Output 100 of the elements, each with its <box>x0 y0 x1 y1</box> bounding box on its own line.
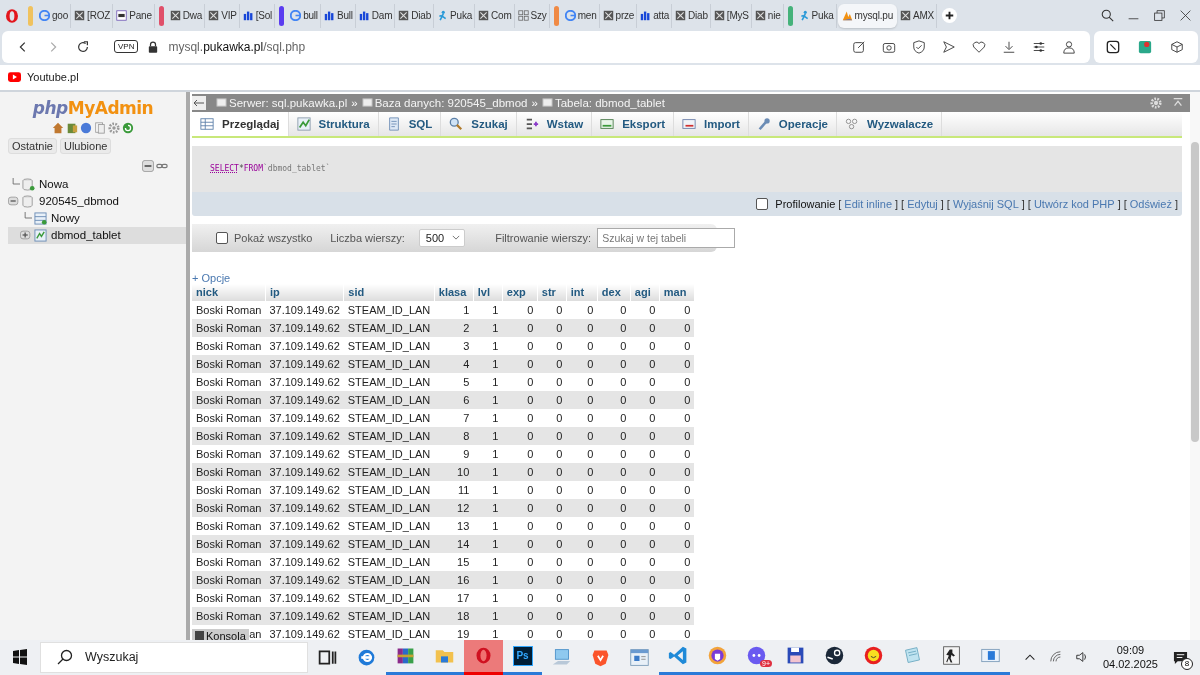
column-header[interactable]: int <box>566 284 598 301</box>
browser-tab[interactable]: mysql.pu <box>837 3 897 28</box>
browser-tab[interactable]: Dwa <box>167 3 206 28</box>
action-link[interactable]: Odśwież <box>1129 198 1172 210</box>
tab-group-marker[interactable] <box>553 5 559 26</box>
action-link[interactable]: Edytuj <box>907 198 938 210</box>
tree-item[interactable]: Nowa <box>8 176 186 193</box>
pages-icon[interactable] <box>94 122 106 134</box>
column-header[interactable]: ip <box>265 284 344 301</box>
browser-tab[interactable]: [MyS <box>711 3 752 28</box>
checkbox[interactable] <box>216 232 228 244</box>
send-icon[interactable] <box>942 39 956 54</box>
tab[interactable]: Wstaw <box>516 112 593 136</box>
browser-tab[interactable]: Pane <box>114 3 155 28</box>
collapse-top-icon[interactable] <box>1172 97 1184 109</box>
clock[interactable]: 09:09 04.02.2025 <box>1102 643 1158 672</box>
tab-group-marker[interactable] <box>28 5 33 26</box>
browser-tab[interactable]: Diab <box>396 3 435 28</box>
reload-icon[interactable] <box>76 39 90 54</box>
tab-group-marker[interactable] <box>158 5 164 26</box>
refresh-icon[interactable] <box>122 122 134 134</box>
profile-icon[interactable] <box>1062 39 1076 54</box>
tree-item[interactable]: dbmod_tablet <box>8 227 186 244</box>
shield-check-icon[interactable] <box>912 39 926 54</box>
browser-tab[interactable]: nie <box>752 3 784 28</box>
column-header[interactable]: klasa <box>434 284 474 301</box>
filter-input[interactable]: Szukaj w tej tabeli <box>597 228 736 248</box>
settings-icon[interactable] <box>1150 97 1162 109</box>
tab-group-marker[interactable] <box>279 5 285 26</box>
browser-tab[interactable]: prze <box>600 3 638 28</box>
column-header[interactable]: exp <box>502 284 538 301</box>
tab[interactable]: Szukaj <box>441 112 517 136</box>
windows-logo-icon[interactable] <box>12 649 28 666</box>
help-icon[interactable] <box>80 122 92 134</box>
url-text[interactable]: mysql.pukawka.pl/sql.php <box>168 39 306 54</box>
taskbar-app[interactable]: Ps <box>503 640 542 675</box>
tree-item[interactable]: 920545_dbmod <box>8 193 186 210</box>
collapse-all-icon[interactable] <box>142 160 154 172</box>
notifications-button[interactable]: 8 <box>1166 642 1194 673</box>
action-link[interactable]: Utwórz kod PHP <box>1033 198 1115 210</box>
gear-icon[interactable] <box>108 122 120 134</box>
speaker-icon[interactable] <box>1074 650 1089 665</box>
search-icon[interactable] <box>1101 9 1114 23</box>
browser-tab[interactable]: [Sol <box>240 3 276 28</box>
browser-tab[interactable]: men <box>562 3 600 28</box>
browser-tab[interactable]: atta <box>638 3 673 28</box>
tab-group-marker[interactable] <box>787 5 793 26</box>
browser-tab[interactable]: Puka <box>435 3 476 28</box>
column-header[interactable]: agi <box>630 284 660 301</box>
column-header[interactable]: str <box>537 284 567 301</box>
action-link[interactable]: Wyjaśnij SQL <box>952 198 1019 210</box>
rows-dropdown[interactable]: 500 <box>418 229 466 247</box>
home-icon[interactable] <box>52 122 64 134</box>
column-header[interactable]: dex <box>597 284 631 301</box>
column-header[interactable]: nick <box>192 284 266 301</box>
edit-icon[interactable] <box>852 39 866 54</box>
browser-tab[interactable]: Diab <box>673 3 711 28</box>
browser-tab[interactable]: [ROZ <box>72 3 114 28</box>
sliders-icon[interactable] <box>1032 39 1046 54</box>
vpn-badge[interactable]: VPN <box>114 40 139 54</box>
tab[interactable]: Eksport <box>592 112 674 136</box>
checkbox[interactable] <box>756 198 769 210</box>
collapse-icon[interactable] <box>8 195 20 208</box>
tab[interactable]: Wyzwalacze <box>837 112 943 136</box>
extension-icon[interactable] <box>1138 39 1152 54</box>
search-field[interactable]: Wyszukaj <box>40 642 308 673</box>
browser-tab[interactable]: Dam <box>356 3 396 28</box>
new-tab-icon[interactable] <box>942 8 958 24</box>
tab[interactable]: Przeglądaj <box>192 112 289 136</box>
sidebar-tab-button[interactable]: Ostatnie <box>8 138 57 154</box>
opera-o-icon[interactable] <box>4 7 20 24</box>
left-arrow-icon[interactable] <box>192 96 206 110</box>
bookmark-link[interactable]: Youtube.pl <box>8 71 79 84</box>
tab[interactable]: Import <box>674 112 749 136</box>
cube-icon[interactable] <box>1170 39 1184 54</box>
browser-tab[interactable]: goo <box>37 3 72 28</box>
column-header[interactable]: lvl <box>473 284 503 301</box>
action-link[interactable]: Edit inline <box>844 198 893 210</box>
browser-tab[interactable]: bull <box>288 3 321 28</box>
logo-text[interactable]: phpMyAdmin <box>0 98 186 118</box>
heart-icon[interactable] <box>972 39 986 54</box>
column-header[interactable]: sid <box>343 284 435 301</box>
sql-query[interactable]: SELECT*FROM`dbmod_tablet` <box>210 164 331 174</box>
tab[interactable]: Struktura <box>288 112 379 136</box>
restore-icon[interactable] <box>1153 9 1166 23</box>
browser-tab[interactable]: Puka <box>796 3 837 28</box>
scrollbar[interactable] <box>1190 92 1200 640</box>
browser-tab[interactable]: Szy <box>515 3 550 28</box>
download-icon[interactable] <box>1002 39 1016 54</box>
close-icon[interactable] <box>1179 9 1192 23</box>
browser-tab[interactable]: AMX <box>898 3 938 28</box>
column-header[interactable]: man <box>659 284 695 301</box>
puzzle-icon[interactable] <box>1106 39 1120 54</box>
exit-icon[interactable] <box>66 122 78 134</box>
tab[interactable]: Operacje <box>748 112 837 136</box>
browser-tab[interactable]: Com <box>476 3 515 28</box>
sidebar-tab-button[interactable]: Ulubione <box>59 138 112 154</box>
options-link[interactable]: + Opcje <box>192 272 1190 284</box>
tree-item[interactable]: Nowy <box>8 210 186 227</box>
browser-tab[interactable]: VIP <box>206 3 240 28</box>
